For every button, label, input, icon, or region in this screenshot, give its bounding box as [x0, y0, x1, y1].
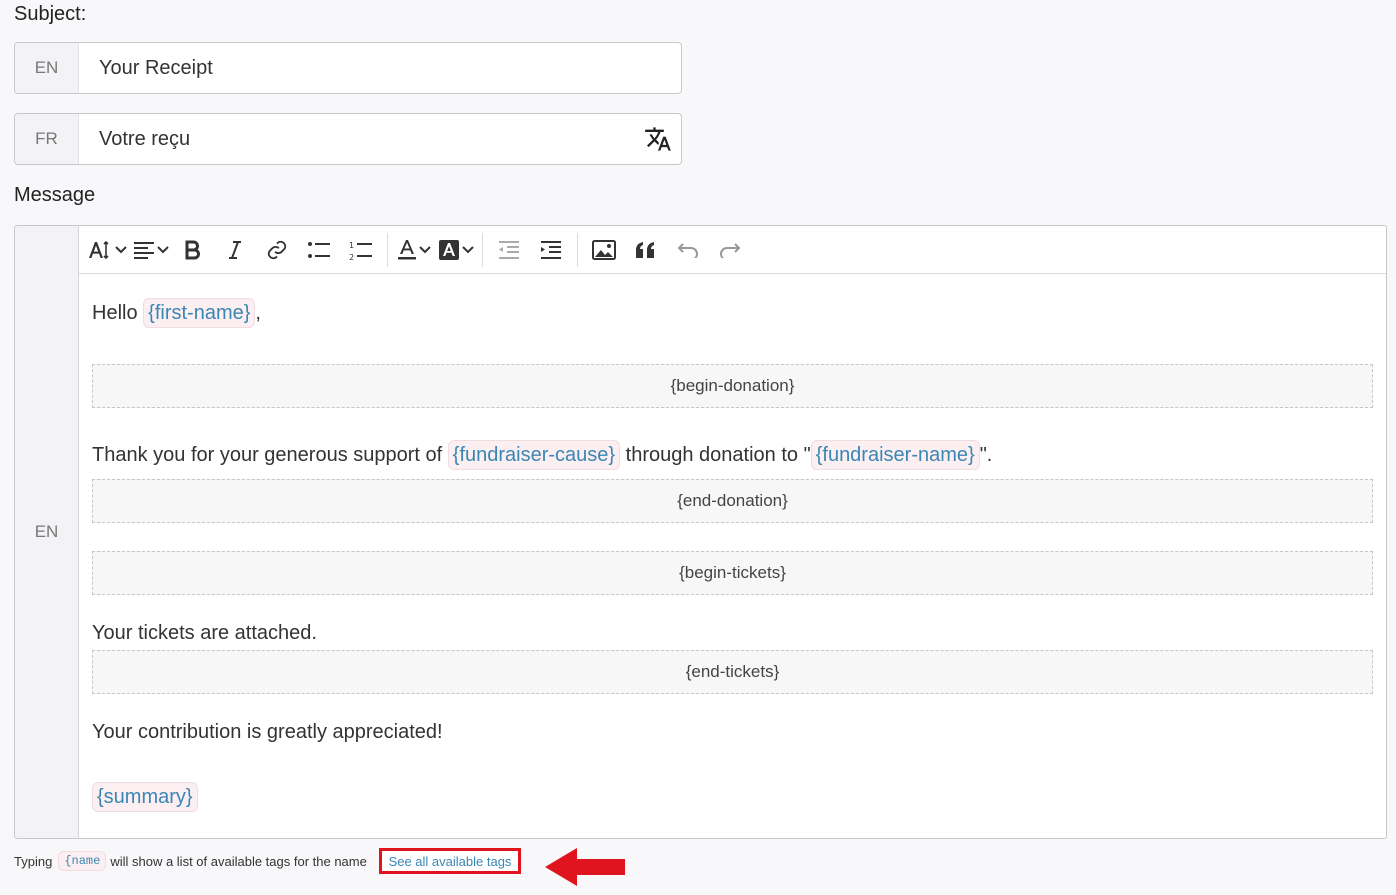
greeting-line: Hello {first-name},	[92, 298, 261, 328]
bulleted-list-icon	[308, 241, 330, 258]
appreciation-line: Your contribution is greatly appreciated…	[92, 721, 443, 743]
toolbar-separator	[387, 232, 388, 267]
highlight-button[interactable]	[438, 232, 474, 268]
bold-icon	[185, 240, 200, 259]
begin-donation-block: {begin-donation}	[92, 364, 1373, 408]
toolbar-separator	[482, 232, 483, 267]
through-text: through donation to "	[625, 444, 811, 466]
outdent-button[interactable]	[491, 232, 527, 268]
outdent-icon	[499, 240, 519, 259]
summary-line: {summary}	[92, 782, 198, 812]
link-icon	[267, 240, 287, 259]
summary-tag: {summary}	[92, 782, 198, 812]
toolbar-separator	[577, 232, 578, 267]
italic-icon	[229, 240, 241, 259]
chevron-down-icon	[462, 245, 474, 253]
begin-donation-label: {begin-donation}	[670, 376, 795, 395]
hello-text: Hello	[92, 302, 138, 324]
numbered-list-button[interactable]: 12	[343, 232, 379, 268]
quote-button[interactable]	[628, 232, 664, 268]
end-donation-block: {end-donation}	[92, 479, 1373, 523]
indent-icon	[541, 240, 561, 259]
redo-icon	[720, 242, 741, 258]
subject-fr-input-group: FR	[14, 113, 682, 165]
tickets-line: Your tickets are attached.	[92, 622, 317, 644]
end-tickets-block: {end-tickets}	[92, 650, 1373, 694]
begin-tickets-label: {begin-tickets}	[679, 563, 786, 582]
red-arrow-annotation	[545, 848, 625, 886]
translate-button[interactable]	[635, 114, 681, 164]
chevron-down-icon	[419, 245, 431, 253]
align-icon	[134, 241, 154, 259]
thanks-text: Thank you for your generous support of	[92, 444, 443, 466]
hint-prefix: Typing	[14, 853, 53, 869]
fundraiser-name-tag: {fundraiser-name}	[810, 440, 980, 470]
redo-button[interactable]	[712, 232, 748, 268]
highlight-icon	[439, 239, 459, 260]
see-all-tags-link[interactable]: See all available tags	[379, 848, 521, 874]
subject-fr-input[interactable]	[79, 114, 635, 164]
link-button[interactable]	[259, 232, 295, 268]
chevron-down-icon	[157, 245, 169, 253]
subject-en-lang-badge: EN	[15, 43, 79, 93]
comma-text: ,	[255, 302, 261, 324]
editor-content[interactable]: Hello {first-name}, {begin-donation} Tha…	[79, 274, 1386, 838]
hint-code: {name	[58, 851, 107, 871]
subject-en-input[interactable]	[79, 43, 681, 93]
svg-text:2: 2	[349, 253, 354, 261]
closing-quote-text: ".	[979, 444, 993, 466]
svg-text:1: 1	[349, 241, 354, 250]
undo-button[interactable]	[670, 232, 706, 268]
message-label: Message	[14, 184, 96, 206]
message-lang-badge: EN	[15, 226, 79, 838]
subject-en-input-group: EN	[14, 42, 682, 94]
end-donation-label: {end-donation}	[677, 491, 788, 510]
chevron-down-icon	[115, 245, 127, 253]
thanks-line: Thank you for your generous support of {…	[92, 440, 992, 470]
insert-image-button[interactable]	[586, 232, 622, 268]
indent-button[interactable]	[533, 232, 569, 268]
first-name-tag: {first-name}	[143, 298, 256, 328]
end-tickets-label: {end-tickets}	[685, 662, 780, 681]
tag-hint: Typing {name will show a list of availab…	[14, 851, 367, 871]
undo-icon	[677, 242, 698, 258]
font-size-icon	[89, 240, 109, 259]
translate-icon	[645, 127, 671, 151]
quote-icon	[636, 241, 654, 258]
message-editor: EN 12 Hello {first-name} , {begin-donati…	[14, 225, 1387, 839]
fundraiser-cause-tag: {fundraiser-cause}	[447, 440, 621, 470]
numbered-list-icon: 12	[349, 241, 372, 261]
editor-toolbar: 12	[79, 226, 1386, 274]
font-color-button[interactable]	[396, 232, 432, 268]
font-color-icon	[398, 239, 416, 259]
align-button[interactable]	[133, 232, 169, 268]
hint-suffix: will show a list of available tags for t…	[110, 853, 367, 869]
bold-button[interactable]	[175, 232, 211, 268]
bulleted-list-button[interactable]	[301, 232, 337, 268]
font-size-button[interactable]	[87, 232, 127, 268]
image-icon	[592, 239, 616, 260]
begin-tickets-block: {begin-tickets}	[92, 551, 1373, 595]
italic-button[interactable]	[217, 232, 253, 268]
subject-label: Subject:	[14, 3, 87, 25]
subject-fr-lang-badge: FR	[15, 114, 79, 164]
